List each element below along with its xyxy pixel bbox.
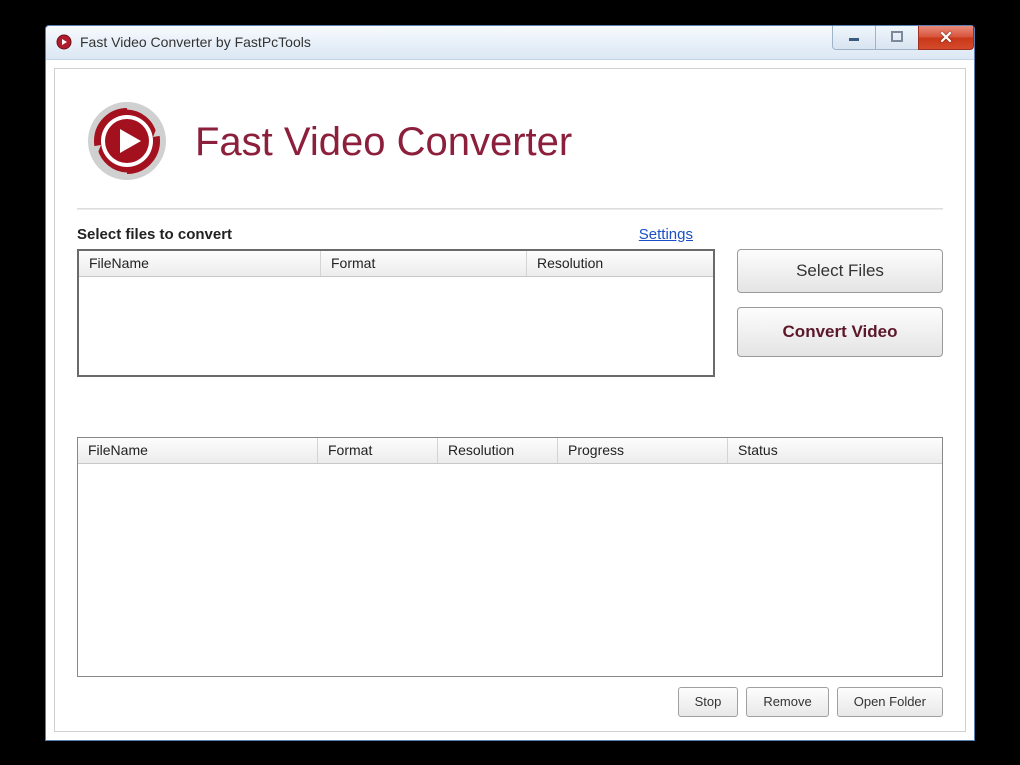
close-button[interactable] — [918, 26, 974, 50]
app-logo-icon — [87, 101, 167, 184]
col-out-status[interactable]: Status — [728, 438, 942, 463]
maximize-icon — [891, 31, 903, 43]
output-file-table[interactable]: FileName Format Resolution Progress Stat… — [77, 437, 943, 677]
col-out-progress[interactable]: Progress — [558, 438, 728, 463]
minimize-button[interactable] — [832, 26, 876, 50]
window-title: Fast Video Converter by FastPcTools — [80, 34, 311, 50]
select-files-button[interactable]: Select Files — [737, 249, 943, 293]
input-area: FileName Format Resolution Select Files … — [77, 249, 943, 377]
header-divider — [77, 208, 943, 210]
input-file-table[interactable]: FileName Format Resolution — [77, 249, 715, 377]
side-buttons: Select Files Convert Video — [737, 249, 943, 377]
col-out-resolution[interactable]: Resolution — [438, 438, 558, 463]
settings-link[interactable]: Settings — [639, 226, 693, 243]
app-title: Fast Video Converter — [195, 120, 572, 165]
col-format[interactable]: Format — [321, 251, 527, 276]
maximize-button[interactable] — [875, 26, 919, 50]
col-resolution[interactable]: Resolution — [527, 251, 713, 276]
close-icon — [939, 30, 953, 44]
app-header: Fast Video Converter — [77, 83, 943, 208]
app-window: Fast Video Converter by FastPcTools — [45, 25, 975, 741]
minimize-icon — [848, 31, 860, 43]
titlebar[interactable]: Fast Video Converter by FastPcTools — [46, 26, 974, 60]
input-section-label: Select files to convert — [77, 226, 232, 243]
app-icon — [56, 34, 72, 50]
window-controls — [833, 26, 974, 52]
output-table-header: FileName Format Resolution Progress Stat… — [78, 438, 942, 464]
open-folder-button[interactable]: Open Folder — [837, 687, 943, 717]
stop-button[interactable]: Stop — [678, 687, 739, 717]
col-filename[interactable]: FileName — [79, 251, 321, 276]
input-section-header: Select files to convert Settings — [77, 226, 693, 243]
col-out-format[interactable]: Format — [318, 438, 438, 463]
client-area: Fast Video Converter Select files to con… — [54, 68, 966, 732]
bottom-buttons: Stop Remove Open Folder — [77, 687, 943, 717]
convert-video-button[interactable]: Convert Video — [737, 307, 943, 357]
input-table-header: FileName Format Resolution — [79, 251, 713, 277]
remove-button[interactable]: Remove — [746, 687, 828, 717]
col-out-filename[interactable]: FileName — [78, 438, 318, 463]
